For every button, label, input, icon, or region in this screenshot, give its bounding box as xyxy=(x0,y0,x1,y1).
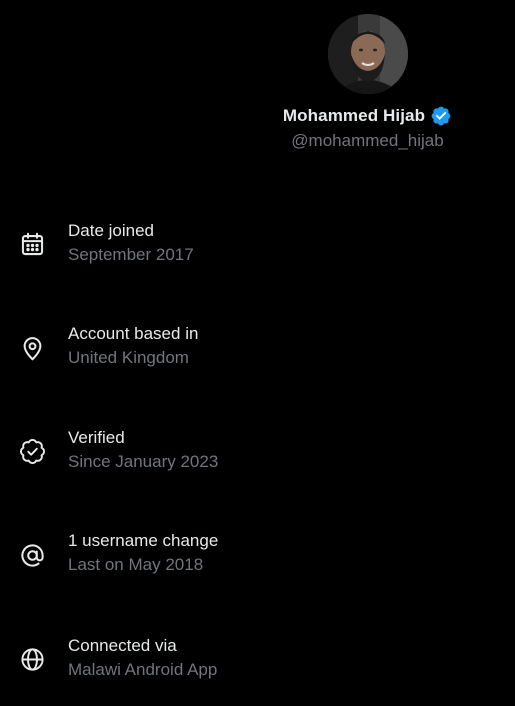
about-item-connected-via: Connected via Malawi Android App xyxy=(0,636,515,696)
about-item-title: Verified xyxy=(68,428,125,447)
about-item-title: Date joined xyxy=(68,221,155,240)
about-item-value: Since January 2023 xyxy=(68,452,219,471)
about-item-value: September 2017 xyxy=(68,245,194,264)
calendar-icon xyxy=(19,231,46,258)
username-handle[interactable]: @mohammed_hijab xyxy=(291,131,443,151)
profile-header: Mohammed Hijab @mohammed_hijab xyxy=(0,14,515,151)
display-name[interactable]: Mohammed Hijab xyxy=(283,106,425,126)
about-item-username-changes: 1 username change Last on May 2018 xyxy=(0,531,515,591)
about-item-verified: Verified Since January 2023 xyxy=(0,428,515,488)
about-item-value: Malawi Android App xyxy=(68,660,218,679)
about-item-account-based-in: Account based in United Kingdom xyxy=(0,324,515,384)
verified-badge-icon[interactable] xyxy=(430,105,452,127)
at-sign-icon xyxy=(19,542,46,569)
location-pin-icon xyxy=(19,335,46,362)
about-item-value: Last on May 2018 xyxy=(68,555,204,574)
name-row: Mohammed Hijab xyxy=(283,104,452,128)
globe-icon xyxy=(19,646,46,673)
about-item-title: Connected via xyxy=(68,636,177,655)
verified-badge-icon xyxy=(19,438,46,465)
avatar[interactable] xyxy=(327,14,408,94)
about-item-date-joined: Date joined September 2017 xyxy=(0,221,515,281)
about-item-value: United Kingdom xyxy=(68,348,189,367)
about-item-title: 1 username change xyxy=(68,531,219,550)
about-item-title: Account based in xyxy=(68,324,199,343)
